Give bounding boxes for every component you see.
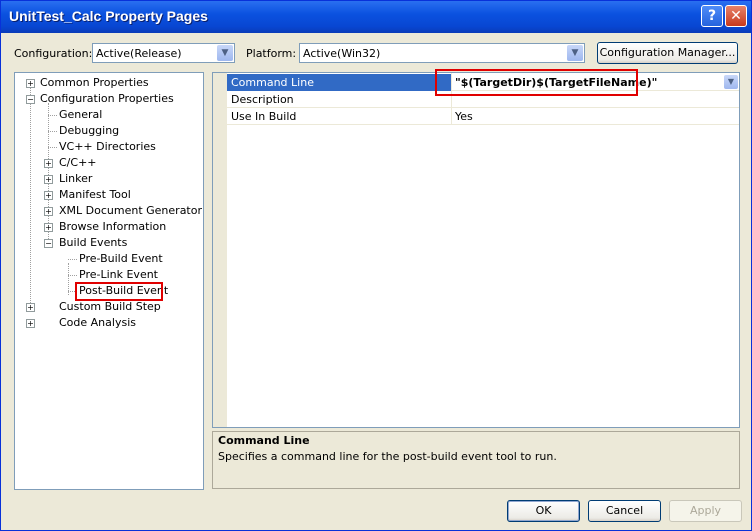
grid-gutter xyxy=(213,73,227,427)
tree-item-general[interactable]: General xyxy=(59,107,102,123)
chevron-down-icon[interactable]: ▼ xyxy=(567,45,583,61)
tree-item-label: Build Events xyxy=(59,236,128,249)
title-bar[interactable]: UnitTest_Calc Property Pages ? ✕ xyxy=(1,1,751,33)
platform-label: Platform: xyxy=(246,47,297,60)
expand-icon[interactable]: + xyxy=(44,191,53,200)
description-text: Specifies a command line for the post-bu… xyxy=(218,450,557,463)
chevron-down-icon[interactable]: ▼ xyxy=(724,75,738,89)
expand-icon[interactable]: + xyxy=(44,159,53,168)
collapse-icon[interactable]: − xyxy=(26,95,35,104)
configuration-combo[interactable]: Active(Release) ▼ xyxy=(92,43,235,63)
expand-icon[interactable]: + xyxy=(44,175,53,184)
tree-item-label: XML Document Generator xyxy=(59,204,202,217)
platform-combo[interactable]: Active(Win32) ▼ xyxy=(299,43,585,63)
tree-item-label: Common Properties xyxy=(40,76,149,89)
help-icon[interactable]: ? xyxy=(701,5,723,27)
property-grid: Command Line "$(TargetDir)$(TargetFileNa… xyxy=(212,69,740,428)
description-title: Command Line xyxy=(218,434,310,447)
property-name: Use In Build xyxy=(231,110,297,123)
tree-item-label: Configuration Properties xyxy=(40,92,174,105)
expand-icon[interactable]: + xyxy=(44,223,53,232)
property-value[interactable]: Yes xyxy=(455,108,473,125)
tree-item-label: Linker xyxy=(59,172,93,185)
collapse-icon[interactable]: − xyxy=(44,239,53,248)
ok-button[interactable]: OK xyxy=(507,500,580,522)
property-pages-dialog: UnitTest_Calc Property Pages ? ✕ Configu… xyxy=(0,0,752,531)
close-icon[interactable]: ✕ xyxy=(725,5,747,27)
apply-button[interactable]: Apply xyxy=(669,500,742,522)
chevron-down-icon[interactable]: ▼ xyxy=(217,45,233,61)
tree-item-label: Browse Information xyxy=(59,220,167,233)
expand-icon[interactable]: + xyxy=(26,319,35,328)
tree-item-label: Code Analysis xyxy=(59,316,136,329)
tree-item-label: Manifest Tool xyxy=(59,188,131,201)
tree-item-label: C/C++ xyxy=(59,156,97,169)
tree-item-pre-link-event[interactable]: Pre-Link Event xyxy=(79,267,158,283)
expand-icon[interactable]: + xyxy=(26,303,35,312)
cancel-button[interactable]: Cancel xyxy=(588,500,661,522)
tree-item-debugging[interactable]: Debugging xyxy=(59,123,119,139)
property-name: Command Line xyxy=(227,74,451,91)
value-highlight-box xyxy=(435,69,638,96)
expand-icon[interactable]: + xyxy=(26,79,35,88)
tree-item-label: Custom Build Step xyxy=(59,300,161,313)
expand-icon[interactable]: + xyxy=(44,207,53,216)
configuration-value: Active(Release) xyxy=(96,47,182,60)
configuration-label: Configuration: xyxy=(14,47,93,60)
window-title: UnitTest_Calc Property Pages xyxy=(9,8,208,24)
tree-item-pre-build-event[interactable]: Pre-Build Event xyxy=(79,251,163,267)
platform-value: Active(Win32) xyxy=(303,47,381,60)
configuration-manager-button[interactable]: Configuration Manager... xyxy=(597,42,738,64)
category-tree: + Common Properties − Configuration Prop… xyxy=(14,72,204,490)
description-panel: Command Line Specifies a command line fo… xyxy=(212,431,740,489)
property-name: Description xyxy=(231,93,294,106)
tree-item-vc-directories[interactable]: VC++ Directories xyxy=(59,139,156,155)
property-row-use-in-build[interactable]: Use In Build Yes xyxy=(227,108,739,125)
